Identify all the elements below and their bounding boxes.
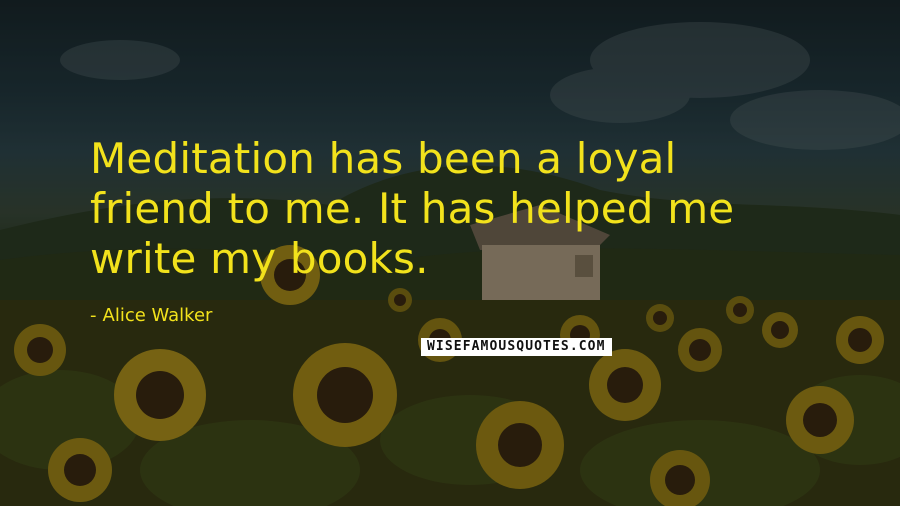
quote-card: Meditation has been a loyal friend to me… (0, 0, 900, 506)
site-watermark: WISEFAMOUSQUOTES.COM (421, 338, 612, 356)
quote-line-2: friend to me. It has helped me (90, 184, 735, 233)
quote-line-3: write my books. (90, 234, 429, 283)
author-name: Alice Walker (102, 305, 213, 326)
quote-line-1: Meditation has been a loyal (90, 134, 677, 183)
quote-author: - Alice Walker (90, 304, 212, 328)
author-dash: - (90, 305, 97, 326)
quote-text: Meditation has been a loyal friend to me… (90, 134, 850, 284)
